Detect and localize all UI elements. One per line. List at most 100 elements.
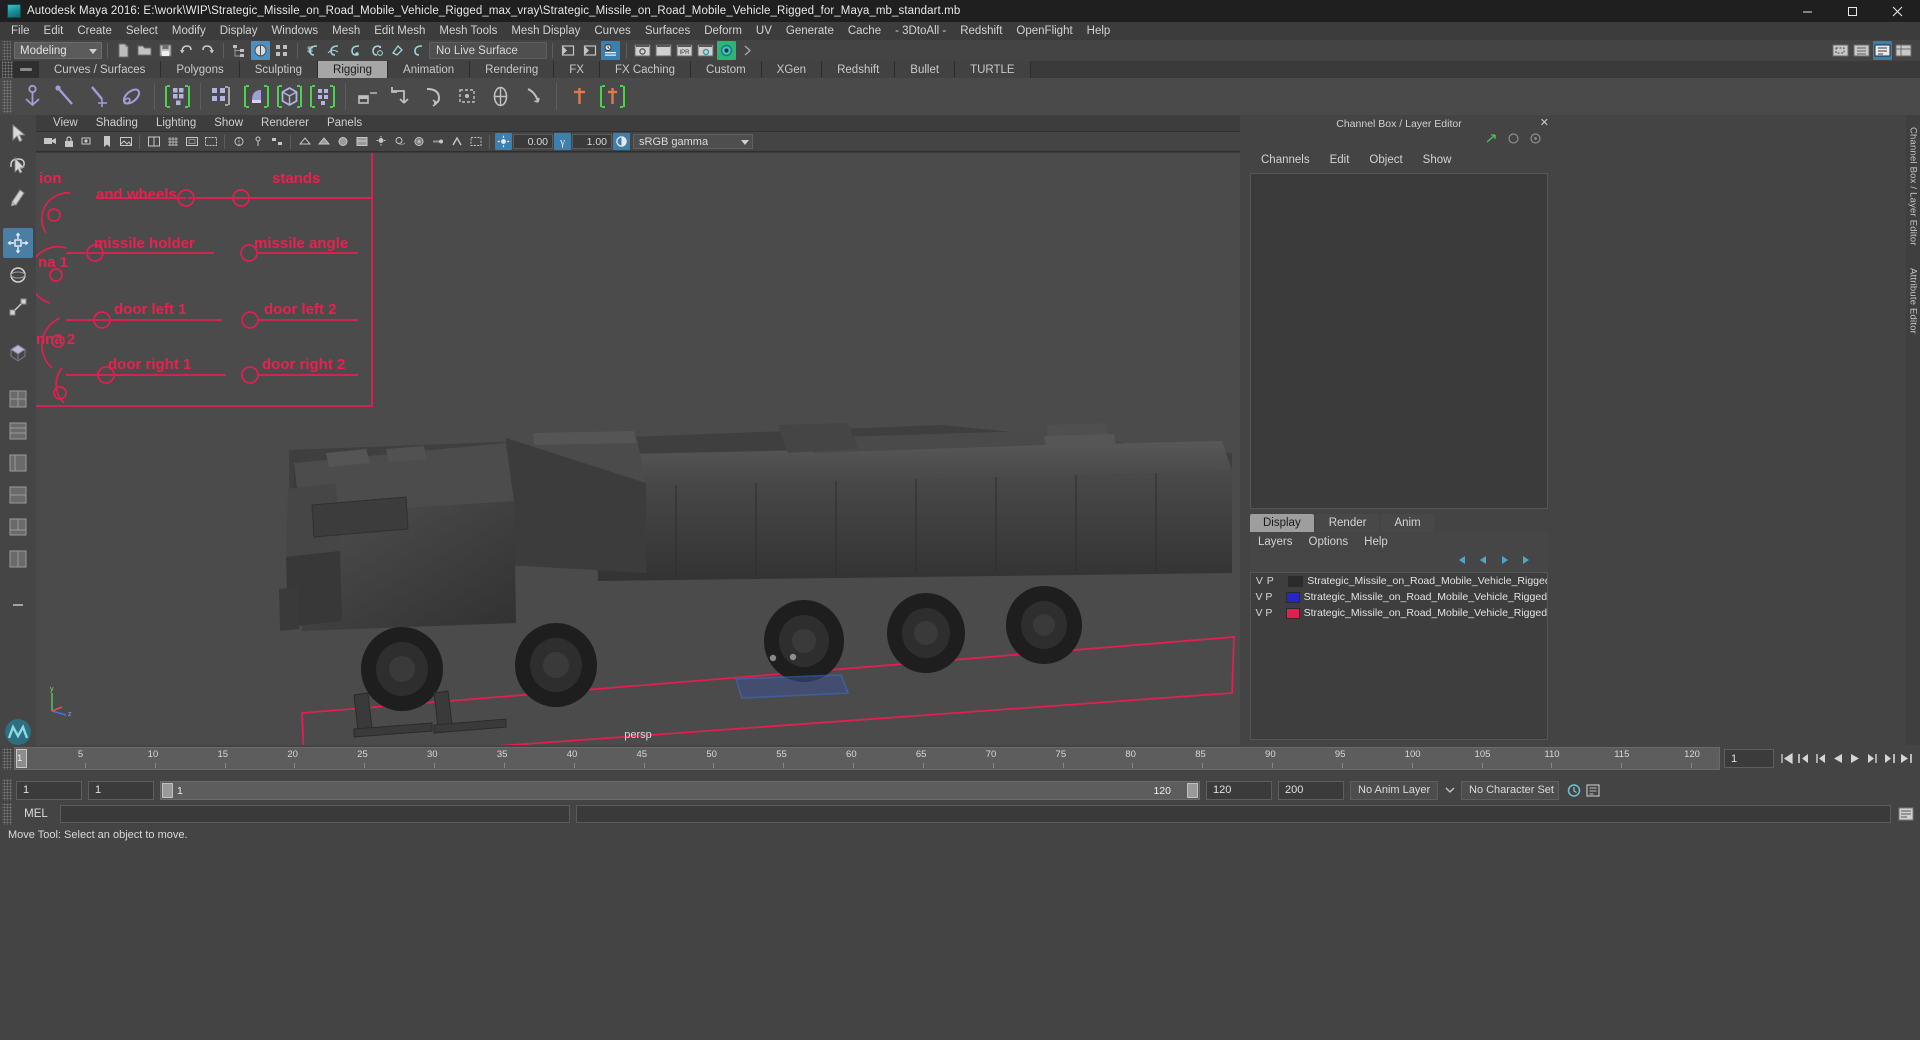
color-management-icon[interactable] (613, 133, 630, 150)
snap-to-curve-icon[interactable] (325, 41, 344, 60)
menu-mesh-tools[interactable]: Mesh Tools (432, 24, 504, 39)
nonlinear-deformer-icon[interactable] (485, 81, 516, 112)
menu-generate[interactable]: Generate (779, 24, 841, 39)
shelf-tab-rendering[interactable]: Rendering (470, 61, 555, 78)
multisample-aa-icon[interactable] (448, 133, 465, 150)
playback-start-time-field[interactable]: 1 (88, 780, 154, 800)
bind-skin-icon[interactable] (162, 81, 193, 112)
exposure-value[interactable]: 0.00 (513, 134, 553, 149)
detach-skin-icon[interactable] (208, 81, 239, 112)
create-ik-handle-icon[interactable] (50, 81, 81, 112)
channel-box-menu-object[interactable]: Object (1360, 153, 1411, 167)
channel-box-menu-show[interactable]: Show (1414, 153, 1461, 167)
undo-icon[interactable] (177, 41, 196, 60)
open-scene-icon[interactable] (135, 41, 154, 60)
animation-start-time-field[interactable]: 1 (16, 780, 82, 800)
hypershade-icon[interactable] (717, 41, 736, 60)
layer-tab-render[interactable]: Render (1315, 514, 1380, 532)
menu-bar-toggle-icon[interactable] (1507, 132, 1520, 150)
vertical-tab-attribute-editor[interactable]: Attribute Editor (1908, 262, 1919, 340)
layer-playback-toggle[interactable]: P (1265, 575, 1276, 587)
layer-color-swatch[interactable] (1285, 607, 1300, 619)
menu-file[interactable]: File (4, 24, 37, 39)
shelf-grip[interactable] (2, 61, 13, 78)
four-view-layout[interactable] (3, 416, 33, 446)
shelf-tab-bullet[interactable]: Bullet (895, 61, 956, 78)
menu-mesh-display[interactable]: Mesh Display (504, 24, 587, 39)
render-sequence-icon[interactable] (654, 41, 673, 60)
select-by-hierarchy-icon[interactable] (230, 41, 249, 60)
layer-row[interactable]: V P Strategic_Missile_on_Road_Mobile_Vehic… (1251, 573, 1547, 589)
layer-tab-display[interactable]: Display (1250, 514, 1314, 532)
range-slider-track[interactable]: 1 120 (160, 780, 1200, 800)
shelf-tab-menu-button[interactable] (13, 61, 39, 78)
menu-3dtoall[interactable]: - 3DtoAll - (888, 24, 953, 39)
shadows-icon[interactable] (391, 133, 408, 150)
bookmark-icon[interactable] (98, 133, 115, 150)
create-layer-from-selected-icon[interactable] (1519, 553, 1532, 571)
show-channel-box-icon[interactable] (1894, 41, 1913, 60)
layer-playback-toggle[interactable]: P (1264, 607, 1274, 619)
tear-off-icon[interactable] (1485, 132, 1498, 150)
smooth-shading-icon[interactable] (315, 133, 332, 150)
create-empty-layer-icon[interactable] (1498, 553, 1511, 571)
render-settings-icon[interactable] (696, 41, 715, 60)
create-ik-spline-handle-icon[interactable] (83, 81, 114, 112)
maximize-button[interactable] (1830, 0, 1875, 22)
layer-visibility-toggle[interactable]: V (1254, 575, 1265, 587)
range-start-handle[interactable] (162, 782, 173, 798)
mirror-joint-icon[interactable] (597, 81, 628, 112)
current-frame-field[interactable]: 1 (1724, 749, 1774, 768)
channel-box-menu-channels[interactable]: Channels (1252, 153, 1319, 167)
xray-joints-icon[interactable] (249, 133, 266, 150)
script-language-label[interactable]: MEL (12, 808, 60, 820)
shelf-tab-fx-caching[interactable]: FX Caching (599, 61, 692, 78)
shelf-tab-curves-surfaces[interactable]: Curves / Surfaces (39, 61, 162, 78)
menu-mesh[interactable]: Mesh (325, 24, 367, 39)
textured-icon[interactable] (353, 133, 370, 150)
shelf-tab-redshift[interactable]: Redshift (822, 61, 896, 78)
go-to-end-icon[interactable] (1897, 749, 1914, 768)
animation-preferences-ic on[interactable] (1584, 781, 1601, 800)
menu-edit-mesh[interactable]: Edit Mesh (367, 24, 432, 39)
menu-windows[interactable]: Windows (264, 24, 325, 39)
viewport-menu-panels[interactable]: Panels (318, 117, 371, 129)
menu-display[interactable]: Display (213, 24, 265, 39)
layer-menu-help[interactable]: Help (1364, 536, 1388, 548)
open-editor-icon[interactable] (559, 41, 578, 60)
layer-tab-anim[interactable]: Anim (1381, 514, 1434, 532)
move-layer-up-icon[interactable] (1456, 553, 1469, 571)
exposure-icon[interactable] (495, 133, 512, 150)
3d-viewport[interactable]: ion and wheels stands missile holder missile… (36, 153, 1240, 745)
command-input[interactable] (60, 805, 570, 823)
rotate-tool[interactable] (3, 260, 33, 290)
soft-modification-icon[interactable] (518, 81, 549, 112)
render-sequence-right-icon[interactable] (1852, 41, 1871, 60)
snap-to-point-icon[interactable] (346, 41, 365, 60)
menu-help[interactable]: Help (1080, 24, 1118, 39)
play-backwards-icon[interactable] (1829, 749, 1846, 768)
menu-modify[interactable]: Modify (165, 24, 213, 39)
channel-box-list[interactable] (1250, 173, 1548, 509)
make-live-icon[interactable] (409, 41, 428, 60)
menu-edit[interactable]: Edit (37, 24, 71, 39)
snap-to-view-plane-icon[interactable] (388, 41, 407, 60)
wireframe-shading-icon[interactable] (296, 133, 313, 150)
step-back-frame-icon[interactable] (1812, 749, 1829, 768)
step-forward-frame-icon[interactable] (1863, 749, 1880, 768)
redo-icon[interactable] (198, 41, 217, 60)
command-response-field[interactable] (576, 805, 1891, 823)
script-editor-icon[interactable] (1897, 805, 1914, 824)
move-layer-down-icon[interactable] (1477, 553, 1490, 571)
select-tool[interactable] (3, 118, 33, 148)
isolate-select-icon[interactable] (467, 133, 484, 150)
shelf-tab-sculpting[interactable]: Sculpting (239, 61, 319, 78)
layer-menu-options[interactable]: Options (1309, 536, 1349, 548)
single-perspective-layout[interactable] (3, 384, 33, 414)
viewport-menu-view[interactable]: View (44, 117, 87, 129)
screen-space-ao-icon[interactable] (410, 133, 427, 150)
layer-row[interactable]: V P Strategic_Missile_on_Road_Mobile_Vehic… (1251, 589, 1547, 605)
range-slider-grip[interactable] (2, 779, 12, 801)
menu-create[interactable]: Create (70, 24, 119, 39)
gamma-icon[interactable]: γ (554, 133, 571, 150)
